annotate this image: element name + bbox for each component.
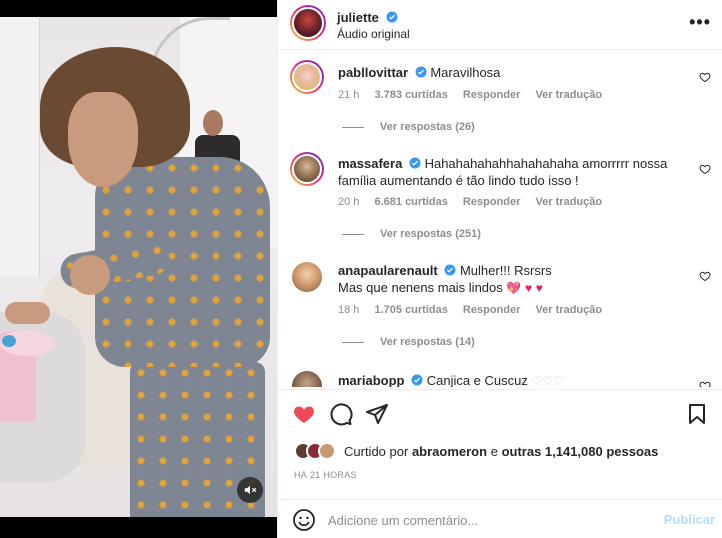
bookmark-icon[interactable] — [685, 402, 709, 426]
post-actions: Curtido por abraomeron e outras 1,141,08… — [278, 389, 722, 499]
comment-likes[interactable]: 1.705 curtidas — [374, 304, 447, 316]
translate-button[interactable]: Ver tradução — [535, 196, 602, 208]
translate-button[interactable]: Ver tradução — [535, 89, 602, 101]
view-replies-button[interactable]: Ver respostas (251) — [342, 228, 481, 240]
translate-button[interactable]: Ver tradução — [535, 304, 602, 316]
video-scene-woman-face — [68, 92, 138, 187]
comment-meta: 21 h 3.783 curtidas Responder Ver traduç… — [338, 89, 614, 101]
commenter-avatar[interactable] — [292, 262, 322, 292]
comment-text: Maravilhosa — [430, 65, 501, 80]
video-scene-cake-decoration — [2, 335, 16, 347]
emoji-icon[interactable] — [292, 508, 316, 532]
heart-outline-icon[interactable] — [699, 163, 711, 175]
add-comment-bar: Publicar — [278, 499, 722, 538]
post-timestamp[interactable]: HÁ 21 HORAS — [294, 470, 357, 480]
sparkling-heart-emoji-icon: 💖 — [506, 281, 522, 295]
commenter-username[interactable]: anapaularenault — [338, 263, 438, 278]
video-scene-wall — [0, 17, 40, 277]
video-player[interactable] — [0, 17, 277, 517]
more-horizontal-icon[interactable]: ••• — [689, 12, 711, 33]
comment-time[interactable]: 18 h — [338, 304, 359, 316]
comment-likes[interactable]: 3.783 curtidas — [374, 89, 447, 101]
view-replies-button[interactable]: Ver respostas (26) — [342, 121, 475, 133]
comment-text: Mulher!!! Rsrsrs — [459, 263, 552, 278]
red-heart-emoji-icon: ♥ — [535, 281, 543, 295]
verified-badge-icon — [444, 264, 456, 276]
verified-badge-icon — [386, 11, 398, 23]
post-header: juliette Áudio original ••• — [278, 0, 722, 50]
video-scene-person-head — [203, 110, 223, 136]
publish-button[interactable]: Publicar — [664, 512, 715, 527]
commenter-avatar[interactable] — [290, 152, 324, 186]
comment-time[interactable]: 20 h — [338, 196, 359, 208]
likes-count-link[interactable]: outras 1,141,080 pessoas — [502, 444, 659, 459]
speaker-muted-icon[interactable] — [237, 477, 263, 503]
author-avatar[interactable] — [290, 5, 326, 41]
audio-label[interactable]: Áudio original — [337, 27, 410, 41]
reply-button[interactable]: Responder — [463, 304, 520, 316]
post-media[interactable] — [0, 0, 277, 538]
white-heart-emoji-icon: ♡♡♡ — [531, 374, 564, 387]
replies-divider — [342, 341, 364, 343]
commenter-username[interactable]: mariabopp — [338, 373, 404, 387]
commenter-avatar[interactable] — [292, 371, 322, 387]
red-heart-emoji-icon: ♥ — [524, 281, 533, 295]
video-scene-woman-hand-2 — [70, 255, 110, 295]
liker-username[interactable]: abraomeron — [412, 444, 487, 459]
replies-divider — [342, 233, 364, 235]
likes-summary: Curtido por abraomeron e outras 1,141,08… — [294, 442, 658, 460]
verified-badge-icon — [415, 66, 427, 78]
comment-text-line-2: Mas que nenens mais lindos — [338, 280, 503, 295]
verified-badge-icon — [409, 157, 421, 169]
comments-list[interactable]: pabllovittar Maravilhosa 21 h 3.783 curt… — [278, 51, 722, 387]
heart-outline-icon[interactable] — [699, 270, 711, 282]
share-icon[interactable] — [365, 402, 389, 426]
commenter-username[interactable]: pabllovittar — [338, 65, 408, 80]
author-username[interactable]: juliette — [337, 10, 379, 25]
comment-meta: 18 h 1.705 curtidas Responder Ver traduç… — [338, 304, 614, 316]
comment-time[interactable]: 21 h — [338, 89, 359, 101]
reply-button[interactable]: Responder — [463, 89, 520, 101]
view-replies-button[interactable]: Ver respostas (14) — [342, 336, 475, 348]
commenter-username[interactable]: massafera — [338, 156, 402, 171]
post-details-panel: juliette Áudio original ••• pabllovittar… — [277, 0, 722, 538]
heart-filled-icon[interactable] — [292, 402, 316, 426]
reply-button[interactable]: Responder — [463, 196, 520, 208]
comment-text: Canjica e Cuscuz — [426, 373, 528, 387]
heart-outline-icon[interactable] — [699, 71, 711, 83]
replies-divider — [342, 126, 364, 128]
heart-outline-icon[interactable] — [699, 380, 711, 387]
commenter-avatar[interactable] — [290, 60, 324, 94]
video-scene-woman-hand — [5, 302, 50, 324]
verified-badge-icon — [411, 374, 423, 386]
comment-icon[interactable] — [329, 402, 353, 426]
comment-likes[interactable]: 6.681 curtidas — [374, 196, 447, 208]
comment-input[interactable] — [328, 509, 648, 531]
comment-meta: 20 h 6.681 curtidas Responder Ver traduç… — [338, 196, 614, 208]
liker-avatar[interactable] — [318, 442, 336, 460]
